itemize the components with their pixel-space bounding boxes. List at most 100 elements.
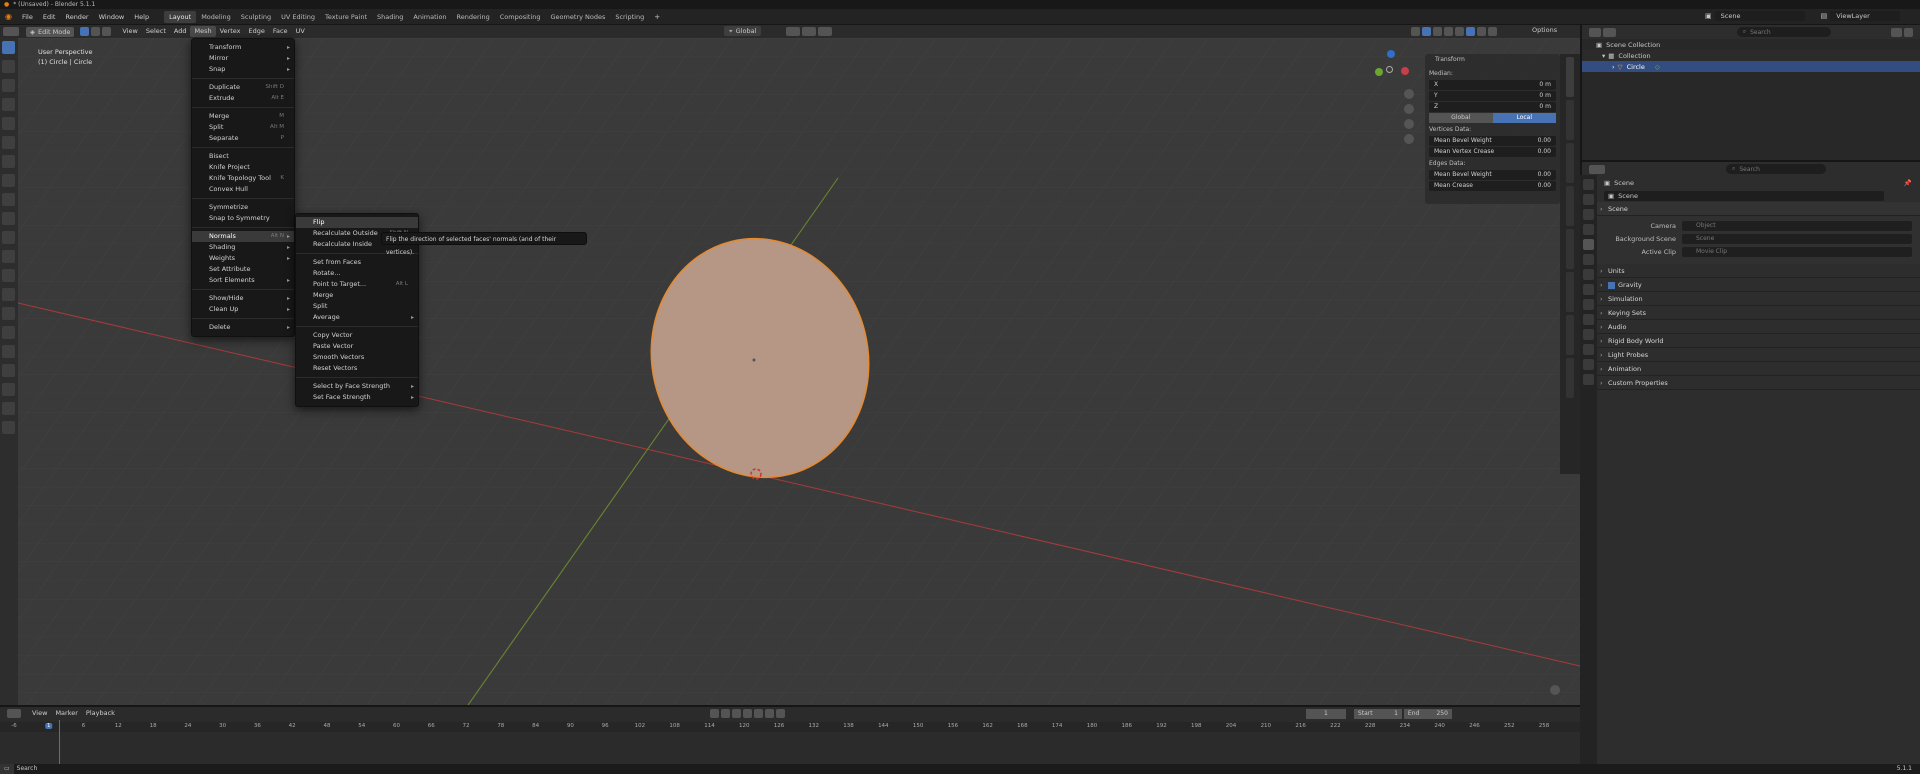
- viewport-settings-icon[interactable]: [1550, 685, 1560, 695]
- play-reverse-button[interactable]: [742, 709, 752, 718]
- menu-item-reset-vectors[interactable]: Reset Vectors: [296, 363, 418, 374]
- inset-tool-icon[interactable]: [2, 231, 15, 244]
- view-layer-props-tab[interactable]: [1583, 224, 1594, 235]
- menu-item-normals[interactable]: Normals Alt N: [192, 231, 294, 242]
- jump-end-button[interactable]: [775, 709, 785, 718]
- tool-props-tab[interactable]: [1583, 179, 1594, 190]
- tab-addon-5[interactable]: [1566, 358, 1574, 398]
- panel-audio[interactable]: Audio: [1582, 320, 1920, 334]
- panel-rigid-body-world[interactable]: Rigid Body World: [1582, 334, 1920, 348]
- annotate-tool-icon[interactable]: [2, 155, 15, 168]
- menu-item-average[interactable]: Average: [296, 312, 418, 323]
- next-keyframe-button[interactable]: [764, 709, 774, 718]
- menu-item-knife-topology-tool[interactable]: Knife Topology Tool K: [192, 173, 294, 184]
- add-cube-tool-icon[interactable]: [2, 193, 15, 206]
- workspace-tab-layout[interactable]: Layout: [164, 10, 197, 23]
- rotate-tool-icon[interactable]: [2, 98, 15, 111]
- outliner-filter-button[interactable]: [1890, 27, 1902, 37]
- menu-item-merge[interactable]: Merge: [296, 290, 418, 301]
- playhead[interactable]: [59, 720, 60, 764]
- scene-props-tab[interactable]: [1583, 239, 1594, 250]
- properties-search-input[interactable]: ⌕ Search: [1726, 164, 1826, 174]
- smooth-tool-icon[interactable]: [2, 345, 15, 358]
- start-frame-field[interactable]: Start 1: [1353, 708, 1402, 719]
- constraints-props-tab[interactable]: [1583, 344, 1594, 355]
- spin-tool-icon[interactable]: [2, 326, 15, 339]
- local-button[interactable]: Local: [1492, 113, 1556, 123]
- menu-item-separate[interactable]: Separate P: [192, 133, 294, 144]
- vertex-select-button[interactable]: [80, 27, 90, 36]
- viewport-menu-face[interactable]: Face: [269, 26, 292, 37]
- timeline-editor-type-button[interactable]: [7, 709, 21, 718]
- navigation-gizmo[interactable]: [1371, 50, 1411, 90]
- workspace-tab-scripting[interactable]: Scripting: [610, 11, 649, 23]
- panel-custom-properties[interactable]: Custom Properties: [1582, 376, 1920, 390]
- output-props-tab[interactable]: [1583, 209, 1594, 220]
- viewport-menu-uv[interactable]: UV: [292, 26, 309, 37]
- particles-props-tab[interactable]: [1583, 314, 1594, 325]
- viewport-menu-mesh[interactable]: Mesh: [190, 26, 216, 37]
- measure-tool-icon[interactable]: [2, 174, 15, 187]
- physics-props-tab[interactable]: [1583, 329, 1594, 340]
- menu-item-flip[interactable]: Flip: [296, 217, 418, 228]
- overlay-button[interactable]: [1433, 27, 1442, 36]
- mode-selector[interactable]: ◈ Edit Mode: [26, 26, 75, 37]
- zoom-icon[interactable]: [1404, 89, 1414, 99]
- rendered-shading-button[interactable]: [1488, 27, 1497, 36]
- panel-simulation[interactable]: Simulation: [1582, 292, 1920, 306]
- camera-view-icon[interactable]: [1404, 119, 1414, 129]
- modifier-props-tab[interactable]: [1583, 299, 1594, 310]
- shear-tool-icon[interactable]: [2, 402, 15, 415]
- menu-item-transform[interactable]: Transform: [192, 42, 294, 53]
- tab-addon-3[interactable]: [1566, 272, 1574, 312]
- tab-view[interactable]: [1566, 143, 1574, 183]
- outliner-row-circle[interactable]: › ▽ Circle ◇: [1582, 61, 1920, 72]
- menu-item-show-hide[interactable]: Show/Hide: [192, 293, 294, 304]
- play-button[interactable]: [753, 709, 763, 718]
- viewport-menu-edge[interactable]: Edge: [245, 26, 269, 37]
- pin-icon[interactable]: 📌: [1904, 179, 1912, 187]
- poly-build-tool-icon[interactable]: [2, 307, 15, 320]
- workspace-tab-animation[interactable]: Animation: [408, 11, 451, 23]
- timeline-menu-view[interactable]: View: [28, 708, 51, 719]
- workspace-tab-texture-paint[interactable]: Texture Paint: [320, 11, 372, 23]
- solid-shading-button[interactable]: [1466, 27, 1475, 36]
- panel-gravity[interactable]: Gravity: [1582, 278, 1920, 292]
- xray-button[interactable]: [1444, 27, 1453, 36]
- material-shading-button[interactable]: [1477, 27, 1486, 36]
- scale-tool-icon[interactable]: [2, 117, 15, 130]
- workspace-tab-rendering[interactable]: Rendering: [452, 11, 495, 23]
- orientation-selector[interactable]: ⌖ Global: [724, 26, 762, 36]
- edge-bevel-weight-field[interactable]: Mean Bevel Weight 0.00: [1429, 170, 1556, 180]
- viewlayer-selector[interactable]: ViewLayer: [1830, 11, 1901, 21]
- menu-item-copy-vector[interactable]: Copy Vector: [296, 330, 418, 341]
- menu-help[interactable]: Help: [129, 9, 154, 25]
- median-z-field[interactable]: Z 0 m: [1429, 102, 1556, 112]
- menu-item-mirror[interactable]: Mirror: [192, 53, 294, 64]
- rip-tool-icon[interactable]: [2, 421, 15, 434]
- panel-keying-sets[interactable]: Keying Sets: [1582, 306, 1920, 320]
- viewport-menu-view[interactable]: View: [118, 26, 141, 37]
- collection-props-tab[interactable]: [1583, 269, 1594, 280]
- move-tool-icon[interactable]: [2, 79, 15, 92]
- menu-item-knife-project[interactable]: Knife Project: [192, 162, 294, 173]
- add-workspace-button[interactable]: +: [649, 13, 665, 21]
- edge-select-button[interactable]: [91, 27, 101, 36]
- gizmo-x-icon[interactable]: [1401, 67, 1409, 75]
- timeline-ruler[interactable]: -6 1 6 12 18 24 30 36 42 48 54 60 66 72 78 84 90 96 102 108…: [0, 722, 1580, 732]
- pan-hand-icon[interactable]: [1404, 104, 1414, 114]
- menu-render[interactable]: Render: [60, 9, 93, 25]
- select-box-tool-icon[interactable]: [2, 41, 15, 54]
- viewport-menu-vertex[interactable]: Vertex: [216, 26, 245, 37]
- outliner-display-mode-button[interactable]: [1603, 27, 1616, 37]
- menu-item-paste-vector[interactable]: Paste Vector: [296, 341, 418, 352]
- bevel-tool-icon[interactable]: [2, 250, 15, 263]
- mean-vertex-crease-field[interactable]: Mean Vertex Crease 0.00: [1429, 147, 1556, 157]
- new-collection-button[interactable]: [1903, 27, 1914, 37]
- menu-item-rotate[interactable]: Rotate...: [296, 268, 418, 279]
- timeline-menu-playback[interactable]: Playback: [82, 708, 119, 719]
- expand-chevron-icon[interactable]: ›: [1612, 63, 1615, 71]
- tab-addon-4[interactable]: [1566, 315, 1574, 355]
- active-clip-field[interactable]: Active Clip Movie Clip: [1582, 245, 1920, 258]
- mean-crease-field[interactable]: Mean Crease 0.00: [1429, 181, 1556, 191]
